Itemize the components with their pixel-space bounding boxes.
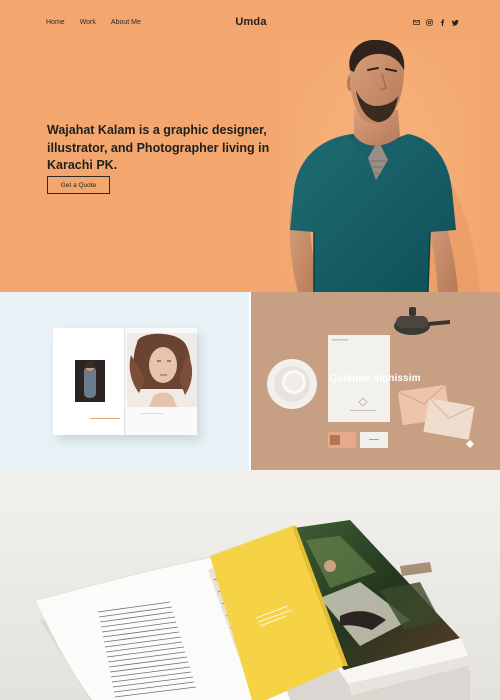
get-a-quote-button[interactable]: Get a Quote — [47, 176, 110, 194]
magazine-small-photo — [75, 360, 105, 402]
hero-portrait-image — [280, 40, 480, 292]
nav-link-work[interactable]: Work — [80, 19, 96, 26]
social-links — [413, 18, 459, 27]
brand-logo[interactable]: Umda — [226, 16, 276, 28]
instagram-icon[interactable] — [426, 18, 433, 27]
book-mockup-image — [0, 470, 500, 700]
hero-section: Home Work About Me Umda Wajahat Kalam is… — [0, 0, 500, 292]
twitter-icon[interactable] — [452, 18, 459, 27]
nav-link-home[interactable]: Home — [46, 19, 65, 26]
magazine-large-photo — [127, 333, 197, 407]
facebook-icon[interactable] — [439, 18, 446, 27]
hero-headline: Wajahat Kalam is a graphic designer, ill… — [47, 123, 270, 172]
portfolio-tile-title: Quisque dignissim — [329, 373, 421, 384]
mail-icon[interactable] — [413, 18, 420, 27]
page: Home Work About Me Umda Wajahat Kalam is… — [0, 0, 500, 700]
nav-link-about-me[interactable]: About Me — [111, 19, 141, 26]
nav-links: Home Work About Me — [46, 19, 141, 26]
